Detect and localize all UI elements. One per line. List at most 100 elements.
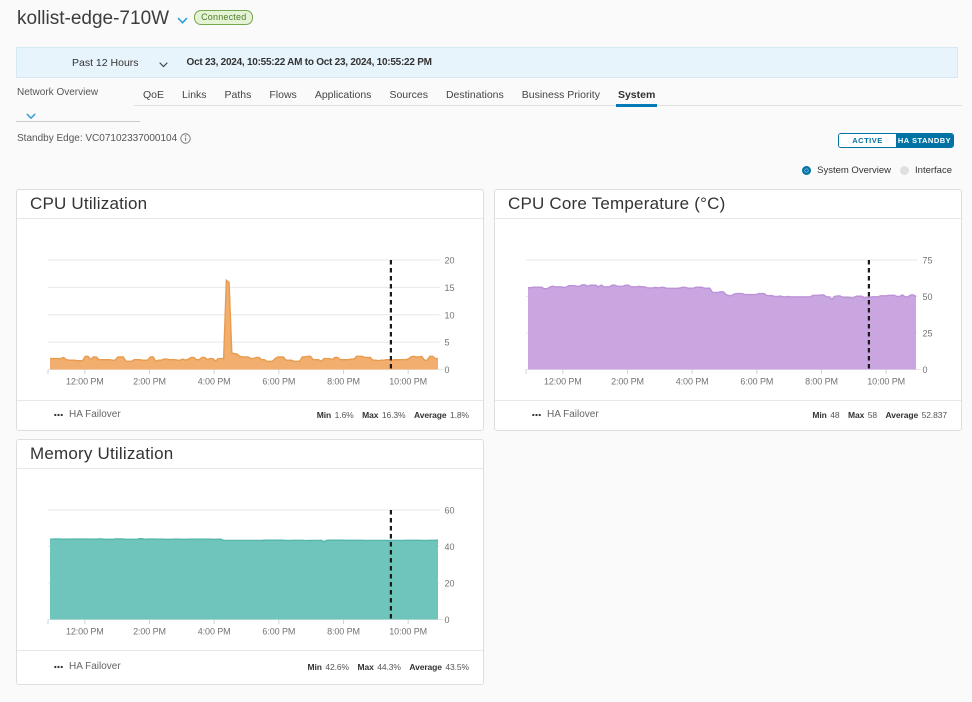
view-radio-group: System Overview Interface: [802, 165, 952, 176]
tab-flows[interactable]: Flows: [260, 85, 305, 105]
stat-label: Min: [812, 410, 826, 420]
x-axis-label: 4:00 PM: [198, 626, 231, 636]
stat-value: 16.3%: [382, 410, 406, 420]
y-axis-label: 40: [445, 542, 455, 552]
tab-applications[interactable]: Applications: [306, 85, 381, 105]
x-axis-label: 10:00 PM: [389, 376, 427, 386]
x-axis-label: 12:00 PM: [66, 376, 104, 386]
legend-item-ha-failover[interactable]: HA Failover: [54, 661, 121, 672]
info-icon[interactable]: [180, 133, 191, 144]
x-axis-label: 12:00 PM: [66, 626, 104, 636]
x-axis-label: 8:00 PM: [327, 626, 360, 636]
radio-label: Interface: [915, 165, 952, 176]
y-axis-label: 20: [445, 578, 455, 588]
stat-label: Max: [848, 410, 864, 420]
x-axis-label: 4:00 PM: [198, 376, 231, 386]
chart-title: CPU Core Temperature (°C): [495, 190, 961, 219]
tab-links[interactable]: Links: [173, 85, 216, 105]
radio-selected-icon: [802, 166, 811, 175]
radio-unselected-icon: [900, 166, 909, 175]
chart-plot-area[interactable]: 0 25 50 75 12:00 PM 2:00 PM 4:00 PM 6:00 PM 8:00…: [495, 219, 961, 400]
toggle-active[interactable]: ACTIVE: [839, 134, 896, 147]
stat-avg: Average52.837: [886, 410, 947, 420]
legend-item-ha-failover[interactable]: HA Failover: [54, 409, 121, 420]
chart-title: Memory Utilization: [17, 440, 483, 469]
radio-label: System Overview: [817, 165, 891, 176]
stat-label: Average: [886, 410, 919, 420]
time-range-select[interactable]: Past 12 Hours: [17, 53, 168, 73]
x-axis-label: 8:00 PM: [805, 376, 838, 386]
chart-plot-area[interactable]: 0510152012:00 PM2:00 PM4:00 PM6:00 PM8:0…: [17, 219, 483, 400]
series-area: [50, 280, 438, 369]
tab-qoe[interactable]: QoE: [134, 85, 173, 105]
scope-select-label: Network Overview: [17, 87, 98, 98]
legend-label: HA Failover: [547, 409, 599, 420]
ha-toggle: ACTIVEHA STANDBY: [838, 133, 954, 148]
stat-value: 1.8%: [450, 410, 469, 420]
legend-item-ha-failover[interactable]: HA Failover: [532, 409, 599, 420]
y-axis-label: 60: [445, 505, 455, 515]
stat-label: Average: [409, 662, 442, 672]
tab-system[interactable]: System: [609, 85, 664, 105]
page-title: kollist-edge-710W: [17, 8, 169, 30]
tab-sources[interactable]: Sources: [380, 85, 437, 105]
chevron-down-icon: [159, 55, 168, 73]
tab-business-priority[interactable]: Business Priority: [513, 85, 609, 105]
y-axis-label: 25: [923, 328, 933, 338]
page-header: kollist-edge-710W Connected: [17, 4, 253, 34]
x-axis-label: 6:00 PM: [740, 376, 773, 386]
chart-card-temp: CPU Core Temperature (°C) 0 25 50 75 12:00 PM…: [494, 189, 962, 431]
x-axis-label: 6:00 PM: [262, 626, 295, 636]
x-axis-label: 12:00 PM: [544, 376, 582, 386]
chevron-down-icon[interactable]: [177, 12, 188, 30]
chart-footer: HA Failover Min 48 Max58 Average52.837: [495, 400, 961, 429]
x-axis-label: 2:00 PM: [133, 376, 166, 386]
dashed-line-icon: [54, 665, 63, 669]
chart-footer: HA FailoverMin42.6%Max44.3%Average43.5%: [17, 650, 483, 683]
x-axis-label: 2:00 PM: [611, 376, 644, 386]
time-range-bar: Past 12 Hours Oct 23, 2024, 10:55:22 AM …: [16, 47, 958, 78]
chart-card-mem: Memory Utilization020406012:00 PM2:00 PM…: [16, 439, 484, 685]
x-axis-label: 6:00 PM: [262, 376, 295, 386]
legend-label: HA Failover: [69, 409, 121, 420]
y-axis-label: 0: [445, 365, 450, 375]
status-badge: Connected: [194, 10, 253, 25]
stat-avg: Average43.5%: [409, 662, 469, 672]
series-line: [50, 280, 438, 361]
stat-value: 1.6%: [335, 410, 354, 420]
chart-stats: Min 48 Max58 Average52.837: [812, 410, 947, 420]
y-axis-label: 5: [445, 337, 450, 347]
x-axis-label: 4:00 PM: [676, 376, 709, 386]
stat-value: 42.6%: [325, 662, 349, 672]
stat-max: Max58: [848, 410, 877, 420]
tab-paths[interactable]: Paths: [216, 85, 261, 105]
radio-system-overview[interactable]: System Overview: [802, 165, 891, 176]
series-area: [528, 284, 916, 369]
chart-title: CPU Utilization: [17, 190, 483, 219]
x-axis-label: 10:00 PM: [867, 376, 905, 386]
chart-plot-area[interactable]: 020406012:00 PM2:00 PM4:00 PM6:00 PM8:00…: [17, 469, 483, 650]
y-axis-label: 50: [923, 292, 933, 302]
stat-label: Max: [357, 662, 373, 672]
radio-interface[interactable]: Interface: [900, 165, 952, 176]
y-axis-label: 20: [445, 255, 455, 265]
stat-value: 48: [830, 410, 839, 420]
stat-value: 44.3%: [377, 662, 401, 672]
series-area: [50, 538, 438, 619]
x-axis-label: 10:00 PM: [389, 626, 427, 636]
time-range-label: Past 12 Hours: [72, 57, 139, 69]
chart-stats: Min1.6%Max16.3%Average1.8%: [317, 410, 469, 420]
standby-edge-label: Standby Edge: VC07102337000104: [17, 133, 177, 144]
stat-min: Min 1.6%: [317, 410, 354, 420]
dashed-line-icon: [532, 413, 541, 417]
y-axis-label: 0: [923, 365, 928, 375]
x-axis-label: 8:00 PM: [327, 376, 360, 386]
stat-label: Min: [317, 410, 331, 420]
y-axis-label: 75: [923, 255, 933, 265]
time-range-text: Oct 23, 2024, 10:55:22 AM to Oct 23, 202…: [187, 57, 432, 68]
scope-select[interactable]: Network Overview: [16, 85, 140, 122]
chart-card-cpu: CPU Utilization0510152012:00 PM2:00 PM4:…: [16, 189, 484, 431]
toggle-ha-standby[interactable]: HA STANDBY: [896, 134, 953, 147]
tab-bar: QoELinksPathsFlowsApplicationsSourcesDes…: [134, 85, 962, 106]
tab-destinations[interactable]: Destinations: [437, 85, 513, 105]
